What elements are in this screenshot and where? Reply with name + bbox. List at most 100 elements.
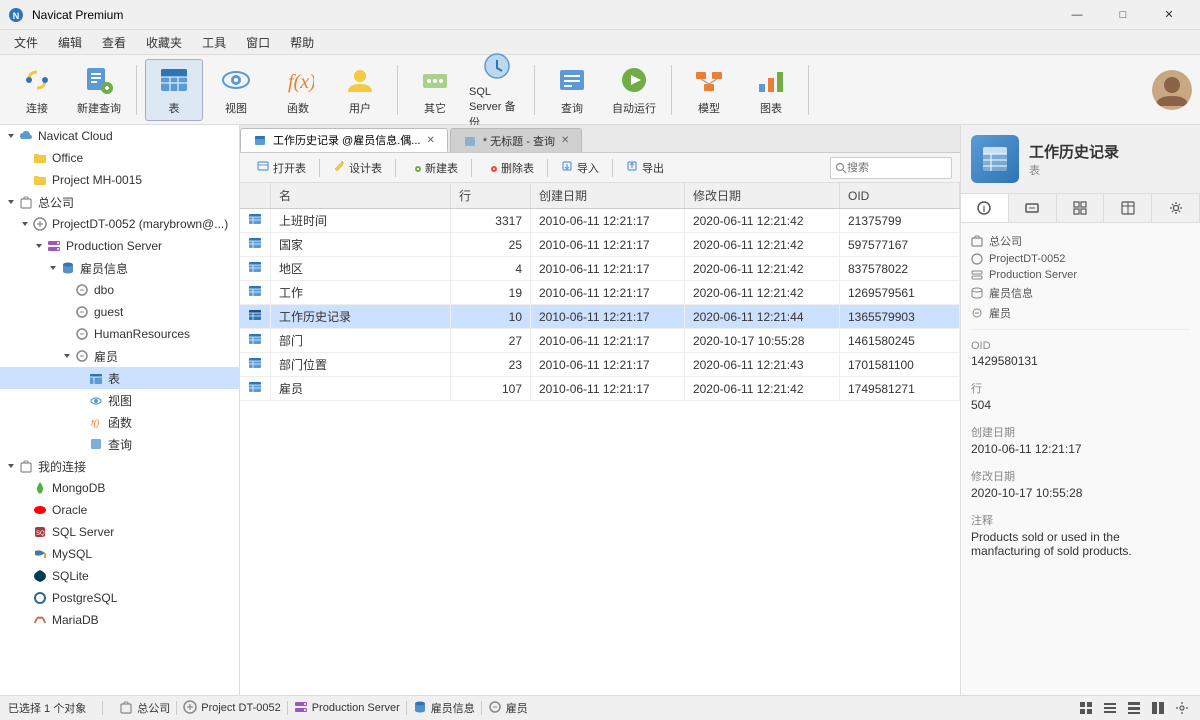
menu-item-收藏夹[interactable]: 收藏夹 (136, 30, 192, 55)
tab-close[interactable]: ✕ (426, 135, 434, 146)
maximize-button[interactable]: □ (1100, 0, 1146, 30)
tree-item-sql-server[interactable]: SQL SQL Server (0, 521, 239, 543)
tree-item-mysql[interactable]: MySQL (0, 543, 239, 565)
table-toolbar-btn-design-table[interactable]: 设计表 (324, 156, 391, 180)
app-icon: N (8, 7, 24, 23)
menu-item-工具[interactable]: 工具 (192, 30, 236, 55)
tree-item-office[interactable]: Office (0, 147, 239, 169)
tree-item-mongodb[interactable]: MongoDB (0, 477, 239, 499)
table-row[interactable]: 工作192010-06-11 12:21:172020-06-11 12:21:… (240, 281, 960, 305)
toolbar-btn-query[interactable]: 查询 (543, 59, 601, 121)
view-large-btn[interactable] (1148, 698, 1168, 718)
tree-item-dbo[interactable]: dbo (0, 279, 239, 301)
table-cell: 19 (451, 281, 531, 305)
user-avatar[interactable] (1152, 70, 1192, 110)
tree-item-雇员[interactable]: 雇员 (0, 345, 239, 367)
tree-item-guest[interactable]: guest (0, 301, 239, 323)
table-row[interactable]: 雇员1072010-06-11 12:21:172020-06-11 12:21… (240, 377, 960, 401)
tree-icon-func_folder: f() (88, 414, 104, 430)
tree-item-mariadb[interactable]: MariaDB (0, 609, 239, 631)
toolbar-btn-user[interactable]: 用户 (331, 59, 389, 121)
rp-tab-settings[interactable] (1152, 194, 1200, 222)
table-row[interactable]: 部门位置232010-06-11 12:21:172020-06-11 12:2… (240, 353, 960, 377)
col-header-icon (240, 183, 271, 209)
table-toolbar-btn-export[interactable]: 导出 (617, 156, 673, 180)
tree-item-humanresources[interactable]: HumanResources (0, 323, 239, 345)
toolbar-btn-table[interactable]: 表 (145, 59, 203, 121)
table-toolbar-btn-delete-table[interactable]: 删除表 (476, 156, 543, 180)
rp-tab-info[interactable]: i (961, 194, 1009, 222)
tree-item-sqlite[interactable]: SQLite (0, 565, 239, 587)
toolbar-btn-connect[interactable]: 连接 (8, 59, 66, 121)
menu-item-窗口[interactable]: 窗口 (236, 30, 280, 55)
toolbar-btn-chart[interactable]: 图表 (742, 59, 800, 121)
table-row[interactable]: 国家252010-06-11 12:21:172020-06-11 12:21:… (240, 233, 960, 257)
tree-item-查询[interactable]: 查询 (0, 433, 239, 455)
view-grid-btn[interactable] (1076, 698, 1096, 718)
table-cell: 2020-06-11 12:21:42 (684, 233, 839, 257)
tab-history[interactable]: 工作历史记录 @雇员信息.偶...✕ (240, 128, 448, 152)
menu-item-文件[interactable]: 文件 (4, 30, 48, 55)
menu-item-帮助[interactable]: 帮助 (280, 30, 324, 55)
table-icon (158, 64, 190, 96)
status-item-雇员信息[interactable]: 雇员信息 (413, 700, 475, 717)
table-cell: 2020-06-11 12:21:42 (684, 281, 839, 305)
table-toolbar-btn-import[interactable]: 导入 (552, 156, 608, 180)
close-button[interactable]: ✕ (1146, 0, 1192, 30)
table-row[interactable]: 部门272010-06-11 12:21:172020-10-17 10:55:… (240, 329, 960, 353)
tab-untitled[interactable]: * 无标题 - 查询✕ (450, 128, 583, 152)
tree-item-project-mh-0015[interactable]: Project MH-0015 (0, 169, 239, 191)
view-list-btn[interactable] (1100, 698, 1120, 718)
tree-label: 雇员信息 (80, 260, 128, 277)
tab-close[interactable]: ✕ (561, 135, 569, 146)
toolbar-btn-other[interactable]: 其它 (406, 59, 464, 121)
tbl-sep-3 (547, 159, 548, 177)
table-row[interactable]: 工作历史记录102010-06-11 12:21:172020-06-11 12… (240, 305, 960, 329)
minimize-button[interactable]: — (1054, 0, 1100, 30)
toolbar-btn-backup[interactable]: SQL Server 备份 (468, 59, 526, 121)
toolbar-label-other: 其它 (424, 100, 446, 116)
table-row[interactable]: 上班时间33172010-06-11 12:21:172020-06-11 12… (240, 209, 960, 233)
tree-item-表[interactable]: 表 (0, 367, 239, 389)
tree-item-雇员信息[interactable]: 雇员信息 (0, 257, 239, 279)
rp-tab-keys[interactable] (1009, 194, 1057, 222)
status-item-总公司[interactable]: 总公司 (119, 700, 170, 717)
rp-oid-label: OID (971, 340, 1190, 352)
tree-item-production-server[interactable]: Production Server (0, 235, 239, 257)
path-schema-label: 雇员 (989, 305, 1011, 321)
tree-item-函数[interactable]: f() 函数 (0, 411, 239, 433)
tree-label: 我的连接 (38, 458, 86, 475)
toolbar-btn-view[interactable]: 视图 (207, 59, 265, 121)
menu-item-编辑[interactable]: 编辑 (48, 30, 92, 55)
status-item-production-server[interactable]: Production Server (294, 700, 400, 717)
table-cell: 27 (451, 329, 531, 353)
table-toolbar-btn-open-table[interactable]: 打开表 (248, 156, 315, 180)
toolbar-btn-model[interactable]: 模型 (680, 59, 738, 121)
tree-label: 函数 (108, 414, 132, 431)
toolbar-btn-new-query[interactable]: 新建查询 (70, 59, 128, 121)
view-detail-btn[interactable] (1124, 698, 1144, 718)
tree-item-我的连接[interactable]: 我的连接 (0, 455, 239, 477)
other-icon (419, 64, 451, 96)
tree-icon-schema (74, 304, 90, 320)
status-item-project-dt-0052[interactable]: Project DT-0052 (183, 700, 280, 717)
status-item-雇员[interactable]: 雇员 (488, 700, 528, 717)
rp-tab-columns[interactable] (1104, 194, 1152, 222)
rp-tab-grid[interactable] (1057, 194, 1105, 222)
tree-item-视图[interactable]: 视图 (0, 389, 239, 411)
settings-view-btn[interactable] (1172, 698, 1192, 718)
tree-icon-project (32, 216, 48, 232)
table-row[interactable]: 地区42010-06-11 12:21:172020-06-11 12:21:4… (240, 257, 960, 281)
tree-item-oracle[interactable]: Oracle (0, 499, 239, 521)
tree-arrow (60, 351, 74, 361)
tree-item-navicat-cloud[interactable]: Navicat Cloud (0, 125, 239, 147)
table-toolbar-btn-new-table[interactable]: 新建表 (400, 156, 467, 180)
search-input[interactable] (847, 162, 947, 174)
tree-item-总公司[interactable]: 总公司 (0, 191, 239, 213)
toolbar-btn-autorun[interactable]: 自动运行 (605, 59, 663, 121)
tree-item-postgresql[interactable]: PostgreSQL (0, 587, 239, 609)
tree-item-projectdt-0052-(mary[interactable]: ProjectDT-0052 (marybrown@...) (0, 213, 239, 235)
toolbar-sep-7 (534, 65, 535, 115)
toolbar-btn-function[interactable]: f(x)函数 (269, 59, 327, 121)
menu-item-查看[interactable]: 查看 (92, 30, 136, 55)
